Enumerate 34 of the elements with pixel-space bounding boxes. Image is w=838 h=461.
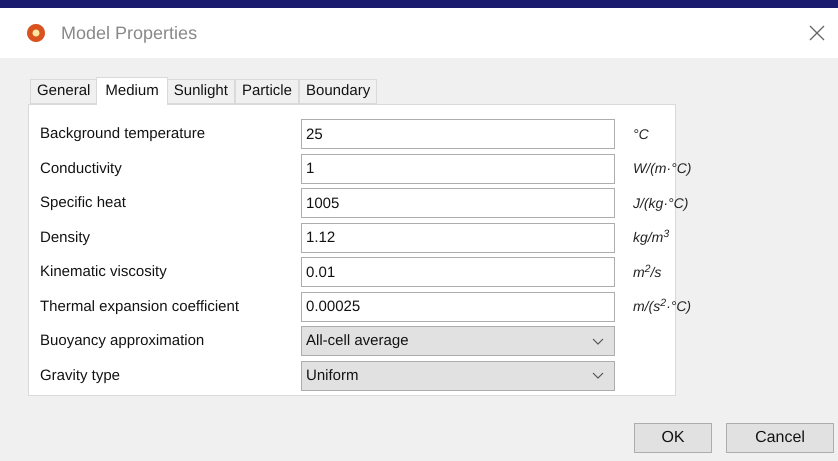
chevron-down-icon (592, 372, 604, 380)
field-label: Buoyancy approximation (39, 331, 206, 351)
unit-label: W/(m·°C) (633, 159, 692, 178)
tab[interactable]: Medium (96, 77, 168, 105)
field-label: Thermal expansion coefficient (39, 296, 240, 316)
input-field[interactable]: 1 (301, 154, 615, 184)
field-label: Gravity type (39, 366, 122, 386)
tab[interactable]: Boundary (298, 79, 378, 104)
chevron-down-icon (592, 338, 604, 345)
tab[interactable]: Sunlight (166, 79, 235, 104)
input-field[interactable]: 1.12 (301, 222, 615, 253)
dialog-button[interactable]: Cancel (726, 423, 834, 453)
close-icon[interactable] (808, 24, 826, 42)
field-label: Kinematic viscosity (39, 262, 168, 282)
dropdown[interactable]: Uniform (301, 360, 615, 391)
unit-label: kg/m$^{3}$ (633, 227, 670, 248)
tab[interactable]: General (30, 79, 98, 104)
unit-label: m/(s$^{2}$·°C) (633, 296, 692, 316)
dropdown[interactable]: All-cell average (301, 326, 615, 356)
input-field[interactable]: 0.01 (301, 257, 615, 288)
field-label: Specific heat (39, 193, 127, 213)
field-label: Density (39, 228, 92, 248)
field-label: Conductivity (39, 158, 123, 178)
input-field[interactable]: 1005 (301, 188, 615, 218)
field-label: Background temperature (39, 124, 206, 144)
unit-label: J/(kg·°C) (633, 194, 688, 213)
dialog-button[interactable]: OK (634, 423, 712, 453)
app-icon (26, 23, 46, 43)
input-field[interactable]: 0.00025 (301, 292, 615, 322)
unit-label: °C (633, 124, 649, 144)
window-title: Model Properties (61, 22, 198, 45)
unit-label: m$^{2}$/s (633, 262, 662, 282)
tab[interactable]: Particle (234, 79, 299, 104)
input-field[interactable]: 25 (301, 119, 615, 150)
